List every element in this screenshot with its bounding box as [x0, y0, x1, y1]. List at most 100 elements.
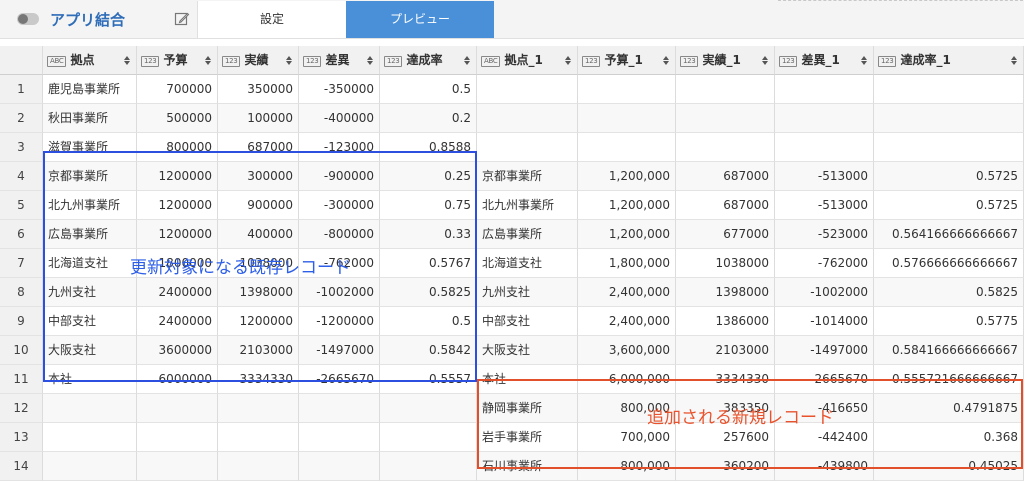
table-cell[interactable]: 350000: [218, 75, 299, 104]
table-cell[interactable]: 1,200,000: [578, 220, 676, 249]
table-cell[interactable]: 京都事業所: [477, 162, 578, 191]
table-cell[interactable]: 687000: [676, 162, 775, 191]
table-cell[interactable]: 九州支社: [43, 278, 137, 307]
table-cell[interactable]: 0.5767: [380, 249, 477, 278]
sort-icon[interactable]: [663, 56, 669, 66]
toggle-icon[interactable]: [17, 13, 39, 25]
table-cell[interactable]: 800000: [137, 133, 218, 162]
table-cell[interactable]: [775, 75, 874, 104]
table-cell[interactable]: 0.5775: [874, 307, 1024, 336]
table-cell[interactable]: [578, 75, 676, 104]
table-cell[interactable]: -300000: [299, 191, 380, 220]
table-cell[interactable]: [874, 75, 1024, 104]
table-cell[interactable]: [218, 452, 299, 481]
table-cell[interactable]: -2665670: [775, 365, 874, 394]
table-cell[interactable]: 1200000: [137, 191, 218, 220]
column-header[interactable]: 123 達成率_1: [874, 46, 1024, 75]
table-cell[interactable]: [43, 452, 137, 481]
table-cell[interactable]: 0.368: [874, 423, 1024, 452]
table-cell[interactable]: 0.5825: [874, 278, 1024, 307]
table-cell[interactable]: -513000: [775, 191, 874, 220]
table-cell[interactable]: [380, 452, 477, 481]
table-cell[interactable]: -1002000: [299, 278, 380, 307]
table-cell[interactable]: [676, 75, 775, 104]
table-cell[interactable]: [676, 133, 775, 162]
table-cell[interactable]: 広島事業所: [43, 220, 137, 249]
table-cell[interactable]: 0.8588: [380, 133, 477, 162]
table-cell[interactable]: 1,200,000: [578, 162, 676, 191]
table-cell[interactable]: [299, 452, 380, 481]
table-cell[interactable]: 677000: [676, 220, 775, 249]
table-cell[interactable]: 300000: [218, 162, 299, 191]
column-header[interactable]: 123 予算: [137, 46, 218, 75]
table-cell[interactable]: [43, 423, 137, 452]
sort-icon[interactable]: [367, 56, 373, 66]
table-cell[interactable]: [218, 394, 299, 423]
table-cell[interactable]: -800000: [299, 220, 380, 249]
table-cell[interactable]: [299, 423, 380, 452]
table-cell[interactable]: 0.564166666666667: [874, 220, 1024, 249]
table-cell[interactable]: 1038000: [676, 249, 775, 278]
table-cell[interactable]: [380, 394, 477, 423]
sort-icon[interactable]: [1011, 56, 1017, 66]
table-cell[interactable]: -123000: [299, 133, 380, 162]
table-cell[interactable]: 広島事業所: [477, 220, 578, 249]
table-cell[interactable]: [874, 133, 1024, 162]
table-cell[interactable]: -439800: [775, 452, 874, 481]
table-cell[interactable]: [775, 104, 874, 133]
table-cell[interactable]: 3,600,000: [578, 336, 676, 365]
sort-icon[interactable]: [124, 56, 130, 66]
table-cell[interactable]: 本社: [477, 365, 578, 394]
table-cell[interactable]: 1,200,000: [578, 191, 676, 220]
table-cell[interactable]: [477, 75, 578, 104]
table-cell[interactable]: 京都事業所: [43, 162, 137, 191]
sort-icon[interactable]: [861, 56, 867, 66]
table-cell[interactable]: 0.5725: [874, 162, 1024, 191]
table-cell[interactable]: 700000: [137, 75, 218, 104]
table-cell[interactable]: 3600000: [137, 336, 218, 365]
edit-icon[interactable]: [174, 11, 190, 27]
table-cell[interactable]: 1200000: [218, 307, 299, 336]
table-cell[interactable]: 0.576666666666667: [874, 249, 1024, 278]
table-cell[interactable]: 0.5557: [380, 365, 477, 394]
column-header[interactable]: 123 実績_1: [676, 46, 775, 75]
table-cell[interactable]: 0.5725: [874, 191, 1024, 220]
table-cell[interactable]: 0.25: [380, 162, 477, 191]
table-cell[interactable]: 2400000: [137, 278, 218, 307]
table-cell[interactable]: -1002000: [775, 278, 874, 307]
sort-icon[interactable]: [464, 56, 470, 66]
table-cell[interactable]: 2400000: [137, 307, 218, 336]
table-cell[interactable]: [299, 394, 380, 423]
table-cell[interactable]: [43, 394, 137, 423]
table-cell[interactable]: [578, 133, 676, 162]
table-cell[interactable]: -2665670: [299, 365, 380, 394]
table-cell[interactable]: 1386000: [676, 307, 775, 336]
table-cell[interactable]: 2,400,000: [578, 307, 676, 336]
table-cell[interactable]: 900000: [218, 191, 299, 220]
table-cell[interactable]: 本社: [43, 365, 137, 394]
table-cell[interactable]: 0.33: [380, 220, 477, 249]
table-cell[interactable]: 0.555721666666667: [874, 365, 1024, 394]
table-cell[interactable]: 1200000: [137, 220, 218, 249]
tab-preview[interactable]: プレビュー: [346, 1, 494, 38]
table-cell[interactable]: 石川事業所: [477, 452, 578, 481]
table-cell[interactable]: -900000: [299, 162, 380, 191]
column-header[interactable]: 123 差異: [299, 46, 380, 75]
table-cell[interactable]: [477, 104, 578, 133]
table-cell[interactable]: 中部支社: [43, 307, 137, 336]
table-cell[interactable]: 0.584166666666667: [874, 336, 1024, 365]
table-cell[interactable]: -1497000: [299, 336, 380, 365]
column-header[interactable]: 123 実績: [218, 46, 299, 75]
table-cell[interactable]: 滋賀事業所: [43, 133, 137, 162]
sort-icon[interactable]: [286, 56, 292, 66]
table-cell[interactable]: 九州支社: [477, 278, 578, 307]
table-cell[interactable]: [874, 104, 1024, 133]
sort-icon[interactable]: [762, 56, 768, 66]
table-cell[interactable]: 0.2: [380, 104, 477, 133]
table-cell[interactable]: -513000: [775, 162, 874, 191]
sort-icon[interactable]: [205, 56, 211, 66]
table-cell[interactable]: -1014000: [775, 307, 874, 336]
table-cell[interactable]: [775, 133, 874, 162]
table-cell[interactable]: 1,800,000: [578, 249, 676, 278]
table-cell[interactable]: 1398000: [218, 278, 299, 307]
